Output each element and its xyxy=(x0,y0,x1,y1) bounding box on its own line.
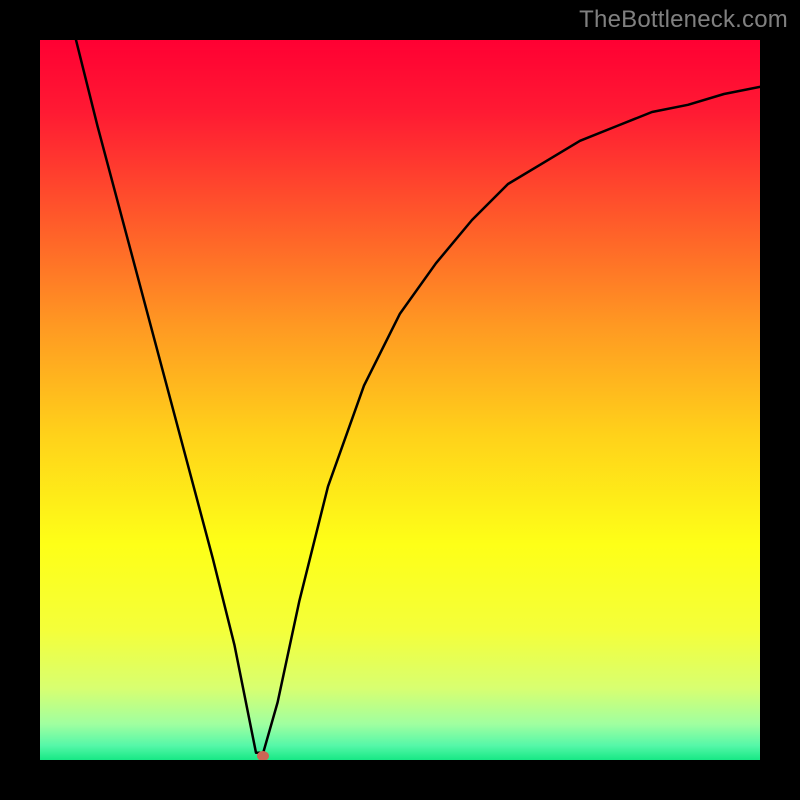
bottleneck-curve xyxy=(40,40,760,760)
chart-frame: TheBottleneck.com xyxy=(0,0,800,800)
plot-area xyxy=(40,40,760,760)
optimal-point-marker xyxy=(257,751,269,760)
watermark-text: TheBottleneck.com xyxy=(579,6,788,34)
